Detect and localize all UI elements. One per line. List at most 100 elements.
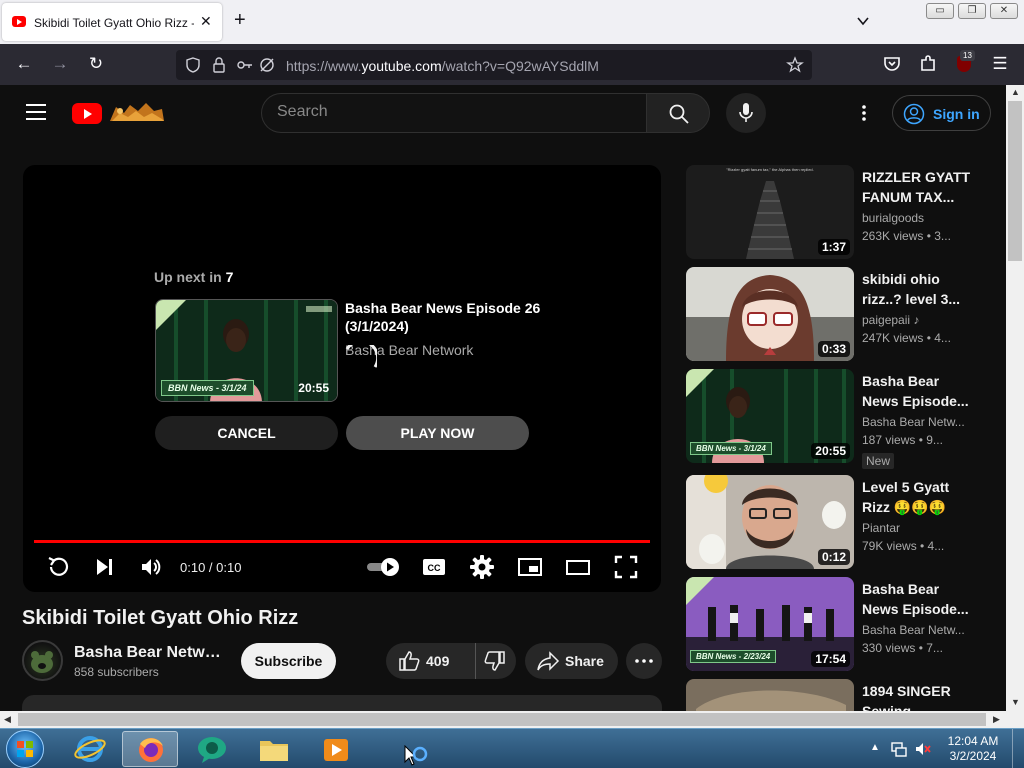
system-clock[interactable]: 12:04 AM 3/2/2024 [940, 734, 1006, 764]
scroll-up-arrow-icon[interactable]: ▲ [1011, 87, 1020, 97]
network-icon[interactable] [890, 740, 908, 758]
url-text[interactable]: https://www.youtube.com/watch?v=Q92wAYSd… [286, 58, 599, 74]
video-title[interactable]: Level 5 Gyatt Rizz 🤑🤑🤑 [862, 477, 974, 517]
recommended-video[interactable]: 0:12 Level 5 Gyatt Rizz 🤑🤑🤑 Piantar 79K … [686, 475, 1006, 571]
video-title[interactable]: skibidi ohio rizz..? level 3... [862, 269, 974, 309]
subtitles-cc-icon[interactable]: CC [421, 554, 447, 580]
search-button[interactable] [646, 93, 710, 133]
recommended-video[interactable]: BBN News - 2/23/24 17:54 Basha Bear News… [686, 577, 1006, 673]
browser-tab-active[interactable]: Skibidi Toilet Gyatt Ohio Rizz - YouTube… [2, 3, 222, 41]
channel-name[interactable]: burialgoods [862, 211, 982, 225]
volume-muted-icon[interactable] [914, 740, 932, 758]
youtube-logo[interactable] [72, 103, 102, 124]
shield-icon[interactable] [184, 56, 202, 74]
show-hidden-icons-arrow-icon[interactable]: ▲ [870, 742, 880, 753]
scroll-right-arrow-icon[interactable]: ▶ [993, 714, 1000, 725]
video-player[interactable]: Up next in 7 BBN News - 3/1/24 20:55 Bas… [23, 165, 661, 592]
close-window-button[interactable]: ✕ [990, 3, 1018, 19]
like-button[interactable]: 409 [386, 643, 474, 679]
extensions-puzzle-icon[interactable] [918, 54, 938, 74]
video-title[interactable]: Basha Bear News Episode... [862, 579, 974, 619]
video-thumbnail[interactable]: 0:12 [686, 475, 854, 569]
up-next-countdown: Up next in 7 [154, 269, 234, 285]
share-button[interactable]: Share [525, 643, 618, 679]
cancel-autoplay-button[interactable]: CANCEL [155, 416, 338, 450]
miniplayer-icon[interactable] [517, 554, 543, 580]
play-now-button[interactable]: PLAY NOW [346, 416, 529, 450]
app-taskbar-button[interactable] [184, 731, 240, 767]
dislike-button[interactable] [475, 643, 516, 679]
show-desktop-button[interactable] [1012, 729, 1024, 768]
windows-taskbar: ▲ 12:04 AM 3/2/2024 [0, 728, 1024, 768]
youtube-doodle-logo[interactable] [106, 99, 166, 125]
up-next-title[interactable]: Basha Bear News Episode 26 (3/1/2024) [345, 299, 545, 335]
recommended-video[interactable]: 0:33 skibidi ohio rizz..? level 3... pai… [686, 267, 1006, 363]
video-thumbnail[interactable]: BBN News - 2/23/24 17:54 [686, 577, 854, 671]
close-tab-icon[interactable]: ✕ [200, 13, 212, 30]
replay-icon[interactable] [45, 554, 71, 580]
restore-window-button[interactable]: ❐ [958, 3, 986, 19]
chevron-down-icon[interactable] [856, 14, 870, 28]
horizontal-scrollbar[interactable]: ◀ ▶ [0, 711, 1006, 728]
autoplay-toggle[interactable] [364, 554, 404, 580]
fullscreen-icon[interactable] [613, 554, 639, 580]
video-title[interactable]: Basha Bear News Episode... [862, 371, 974, 411]
file-explorer-taskbar-button[interactable] [246, 731, 302, 767]
guide-menu-icon[interactable] [26, 104, 46, 120]
video-title[interactable]: 1894 SINGER Sewing... [862, 681, 974, 711]
recommended-video[interactable]: 1894 SINGER Sewing... [686, 679, 1006, 711]
vertical-scrollbar[interactable]: ▲ ▼ [1006, 85, 1024, 712]
internet-explorer-taskbar-button[interactable] [62, 731, 118, 767]
reload-icon[interactable]: ↻ [86, 54, 106, 74]
recommended-video[interactable]: BBN News - 3/1/24 20:55 Basha Bear News … [686, 369, 1006, 469]
more-actions-button[interactable] [626, 643, 662, 679]
settings-kebab-icon[interactable] [855, 103, 873, 123]
internet-explorer-icon [74, 736, 106, 762]
search-box[interactable] [261, 93, 647, 133]
bookmark-star-icon[interactable] [786, 56, 804, 74]
vertical-scroll-thumb[interactable] [1008, 101, 1022, 261]
minimize-window-button[interactable]: ▭ [926, 3, 954, 19]
next-video-icon[interactable] [91, 554, 117, 580]
scroll-left-arrow-icon[interactable]: ◀ [4, 714, 11, 725]
channel-name[interactable]: Piantar [862, 521, 982, 535]
channel-name[interactable]: Basha Bear Netw... [862, 415, 982, 429]
theater-mode-icon[interactable] [565, 554, 591, 580]
pocket-icon[interactable] [882, 54, 902, 74]
address-bar[interactable]: https://www.youtube.com/watch?v=Q92wAYSd… [176, 50, 812, 80]
start-button[interactable] [6, 730, 44, 768]
video-thumbnail[interactable] [686, 679, 854, 711]
channel-name[interactable]: Basha Bear Network [74, 644, 224, 662]
media-player-taskbar-button[interactable] [308, 731, 364, 767]
voice-search-button[interactable] [726, 93, 766, 133]
recommended-video[interactable]: "Rizzler gyatt fanum tax," the Alphas th… [686, 165, 1006, 261]
lock-icon[interactable] [210, 56, 228, 74]
up-next-thumbnail[interactable]: BBN News - 3/1/24 20:55 [155, 299, 338, 402]
browser-navigation-bar: ← → ↻ https://www.youtube.com/watch?v=Q9… [0, 44, 1024, 85]
menu-hamburger-icon[interactable]: ☰ [990, 54, 1010, 74]
new-tab-icon[interactable]: + [234, 9, 246, 32]
video-thumbnail[interactable]: 0:33 [686, 267, 854, 361]
forward-arrow-icon[interactable]: → [50, 54, 70, 74]
search-input[interactable] [277, 103, 627, 121]
video-title[interactable]: RIZZLER GYATT FANUM TAX... [862, 167, 974, 207]
channel-avatar[interactable] [22, 640, 63, 681]
permissions-key-icon[interactable] [236, 56, 254, 74]
video-metadata: 330 views • 7... [862, 641, 943, 655]
channel-name[interactable]: paigepaii ♪ [862, 313, 982, 327]
sign-in-button[interactable]: Sign in [892, 95, 991, 131]
volume-icon[interactable] [138, 554, 164, 580]
firefox-taskbar-button[interactable] [122, 731, 178, 767]
horizontal-scroll-thumb[interactable] [18, 713, 986, 726]
channel-name[interactable]: Basha Bear Netw... [862, 623, 982, 637]
autoplay-blocked-icon[interactable] [258, 56, 276, 74]
back-arrow-icon[interactable]: ← [14, 54, 34, 74]
progress-bar[interactable] [34, 540, 650, 543]
scroll-down-arrow-icon[interactable]: ▼ [1011, 697, 1020, 707]
video-thumbnail[interactable]: "Rizzler gyatt fanum tax," the Alphas th… [686, 165, 854, 259]
folder-icon [260, 741, 288, 761]
thumbnail-badge: BBN News - 3/1/24 [690, 442, 772, 455]
subscribe-button[interactable]: Subscribe [241, 643, 336, 679]
settings-gear-icon[interactable] [469, 554, 495, 580]
video-thumbnail[interactable]: BBN News - 3/1/24 20:55 [686, 369, 854, 463]
